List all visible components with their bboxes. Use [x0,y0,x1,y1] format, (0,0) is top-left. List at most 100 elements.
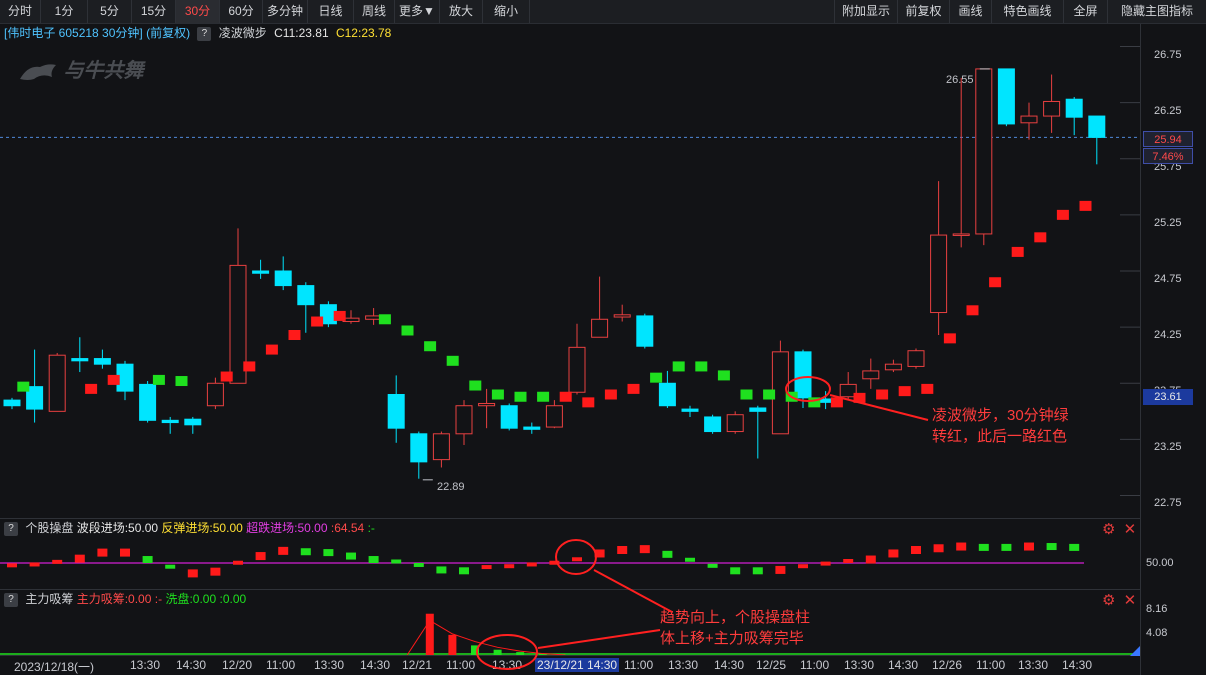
signal-mark [740,389,753,400]
zoom-out-button[interactable]: 缩小 [483,0,530,23]
date-tick: 11:00 [976,658,1006,672]
period-tab-1min[interactable]: 1分 [41,0,88,23]
candle-body [1043,100,1061,117]
indicator1-bar [436,566,447,574]
signal-mark [469,380,482,391]
date-tick: 14:30 [360,658,391,672]
candle-body [862,370,880,380]
period-tab-daily[interactable]: 日线 [308,0,354,23]
candle-body [975,68,993,235]
extra-display-button[interactable]: 附加显示 [834,0,898,23]
signal-mark [763,389,776,400]
indicator1-bar [7,563,17,568]
signal-mark [785,391,798,402]
indicator1-bar [1001,543,1012,551]
hide-main-indicator-button[interactable]: 隐藏主图指标 [1108,0,1206,23]
signal-mark [265,344,278,355]
draw-line-button[interactable]: 画线 [950,0,992,23]
signal-mark [1056,209,1069,220]
signal-mark [17,381,30,392]
signal-mark [921,383,934,394]
signal-mark [559,391,572,402]
indicator1-bar [685,557,695,562]
annotation-line: 趋势向上，个股操盘柱 [660,609,811,626]
indicator1-bar [255,552,266,561]
indicator2-header: ? 主力吸筹 主力吸筹:0.00 :- 洗盘:0.00 :0.00 [4,591,246,607]
period-tab-minute-chart[interactable]: 分时 [0,0,41,23]
special-draw-button[interactable]: 特色画线 [992,0,1064,23]
candle-body [252,270,270,274]
annotation-line: 转红，此后一路红色 [932,428,1068,445]
signal-mark [876,389,889,400]
period-tab-15min[interactable]: 15分 [132,0,176,23]
price-tick: 23.25 [1154,441,1182,453]
help-icon[interactable]: ? [4,521,18,536]
indicator1-bar [956,542,967,551]
signal-mark [717,370,730,381]
resize-corner-icon[interactable] [1130,646,1140,656]
period-tab-30min[interactable]: 30分 [176,0,220,23]
candle-body [952,233,970,236]
zoom-in-button[interactable]: 放大 [440,0,483,23]
date-tick: 12/25 [756,658,787,672]
date-tick: 11:00 [624,658,654,672]
candle-body [139,383,157,421]
signal-mark [537,391,550,402]
date-tick: 13:30 [668,658,699,672]
signal-mark [401,325,414,336]
signal-mark [1011,246,1024,257]
period-tab-more[interactable]: 更多▼ [395,0,440,23]
candle-body [726,414,744,433]
indicator1-bar [165,564,176,569]
close-icon[interactable]: ✕ [1124,521,1137,538]
candle-body [93,358,111,365]
indicator2-field: :- [154,592,163,606]
candle-body [523,426,541,430]
date-tick: 12/20 [222,658,253,672]
annotation-line: 体上移+主力吸筹完毕 [660,630,804,647]
signal-mark [220,371,233,382]
indicator2-field: :0.00 [219,592,247,606]
indicator1-controls: ⚙ ✕ [1102,520,1137,538]
candle-body [161,419,179,424]
date-tick: 11:00 [266,658,296,672]
fullscreen-button[interactable]: 全屏 [1064,0,1108,23]
indicator1-bar [888,549,899,558]
indicator1-header: ? 个股操盘 波段进场:50.00 反弹进场:50.00 超跌进场:50.00 … [4,520,375,536]
candle-body [1065,98,1083,118]
indicator1-bar [300,548,311,556]
candle-body [387,394,405,429]
candle-body [907,350,925,367]
signal-mark [582,397,595,408]
indicator1-field: 超跌进场:50.00 [246,521,328,535]
current-price-badge: 25.94 [1143,131,1193,147]
indicator1-axis-tick: 50.00 [1146,557,1174,569]
signal-mark [627,383,640,394]
candle-body [297,285,315,306]
period-tab-weekly[interactable]: 周线 [354,0,395,23]
price-tick: 22.75 [1154,497,1182,509]
date-tick: 2023/12/18(一) [14,660,95,674]
indicator1-bar [413,562,424,567]
indicator2-bar [516,652,525,655]
indicator1-bar [594,549,605,558]
settings-gear-icon[interactable]: ⚙ [1102,521,1115,538]
low-price-label: 22.89 [437,481,465,493]
indicator1-bar [572,557,582,562]
candle-body [591,318,609,338]
candle-body [274,270,292,287]
pre-adjust-button[interactable]: 前复权 [898,0,950,23]
annotation-accumulation: 趋势向上，个股操盘柱 体上移+主力吸筹完毕 [660,607,810,649]
indicator1-chart [0,542,1084,578]
indicator2-field: 主力吸筹:0.00 [76,592,152,606]
signal-mark [424,341,437,352]
annotation-line: 凌波微步，30分钟绿 [932,407,1069,424]
period-tab-60min[interactable]: 60分 [220,0,263,23]
period-tab-multi-minute[interactable]: 多分钟 [263,0,308,23]
candle-body [1020,115,1038,124]
date-tick: 11:00 [800,658,830,672]
help-icon[interactable]: ? [4,592,18,607]
signal-mark [695,361,708,372]
period-tab-5min[interactable]: 5分 [88,0,132,23]
indicator2-bar [493,649,502,655]
